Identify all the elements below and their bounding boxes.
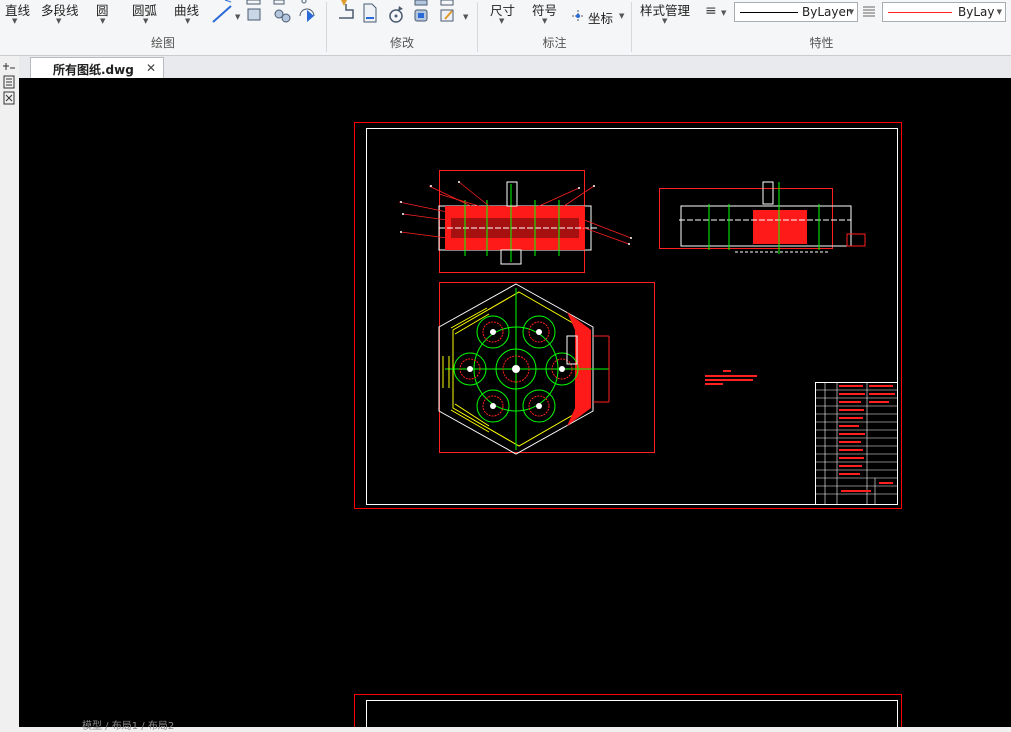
symbol-dropdown-icon[interactable]: ▼ (542, 17, 547, 25)
drawing-sheet (354, 122, 902, 727)
color-select[interactable]: ByLay ▼ (882, 2, 1006, 22)
annotate-group-title: 标注 (542, 36, 567, 50)
coordinate-dropdown-icon[interactable]: ▼ (619, 12, 624, 20)
lineweight-dropdown-icon[interactable]: ▼ (721, 9, 726, 17)
coordinate-button[interactable]: 坐标 (588, 8, 613, 27)
color-value: ByLay (958, 5, 995, 19)
lineweight-icon[interactable]: ≡ (705, 3, 717, 19)
title-block (815, 382, 898, 505)
properties-edit-icon[interactable] (439, 0, 457, 24)
layout-tabs[interactable]: 模型 / 布局1 / 布局2 (82, 717, 174, 732)
ribbon: 直线 ▼ 多段线 ▼ 圆 ▼ 圆弧 ▼ 曲线 ▼ ▼ 绘图 ▼ 修改 尺寸 ▼ … (0, 0, 1011, 56)
line-dropdown-icon[interactable]: ▼ (12, 17, 17, 25)
sheet-outer-frame (354, 122, 902, 509)
tool-palette-icon[interactable] (1, 62, 17, 106)
coordinate-icon[interactable] (570, 8, 588, 24)
linetype-preview (740, 12, 798, 13)
front-section-view (398, 170, 632, 273)
modify-more-dropdown-icon[interactable]: ▼ (463, 13, 468, 21)
linetype-select[interactable]: ByLayer ▼ (734, 2, 858, 22)
sheet-inner-border (366, 128, 898, 505)
close-icon[interactable]: ✕ (146, 61, 156, 75)
annotate-group: 尺寸 ▼ 符号 ▼ 坐标 ▼ 标注 (478, 0, 631, 55)
stretch-icon[interactable] (337, 0, 355, 24)
modify-group: ▼ 修改 (327, 0, 477, 55)
linetype-value: ByLayer (802, 5, 851, 19)
draw-group: 直线 ▼ 多段线 ▼ 圆 ▼ 圆弧 ▼ 曲线 ▼ ▼ 绘图 (0, 0, 326, 55)
tab-document[interactable]: 所有图纸.dwg ✕ (30, 57, 164, 78)
side-palette (0, 56, 19, 727)
copy-icon[interactable] (413, 0, 431, 24)
sheet-2-inner-border (366, 700, 898, 727)
properties-group-title: 特性 (809, 36, 834, 50)
circle-dropdown-icon[interactable]: ▼ (100, 17, 105, 25)
color-dropdown-icon[interactable]: ▼ (997, 8, 1002, 16)
side-view (659, 181, 866, 254)
polyline-dropdown-icon[interactable]: ▼ (56, 17, 61, 25)
modify-group-title: 修改 (389, 36, 414, 50)
linetype-dropdown-icon[interactable]: ▼ (849, 8, 854, 16)
properties-group: 样式管理 ▼ ≡ ▼ ByLayer ▼ ByLay ▼ 特性 (632, 0, 1011, 55)
drawing-canvas[interactable] (19, 78, 1011, 727)
rectangle-icon[interactable] (246, 0, 262, 24)
line-button[interactable]: 直线 (5, 0, 30, 19)
document-icon[interactable] (361, 0, 379, 24)
color-swatch-icon[interactable] (862, 5, 876, 17)
construction-line-dropdown-icon[interactable]: ▼ (235, 13, 240, 21)
draw-group-title: 绘图 (150, 36, 175, 50)
tab-document-label: 所有图纸.dwg (53, 63, 134, 77)
color-preview (888, 12, 952, 13)
rotate-icon[interactable] (387, 0, 405, 24)
arc-dropdown-icon[interactable]: ▼ (143, 17, 148, 25)
boundary-icon[interactable] (298, 0, 318, 24)
hatch-icon[interactable] (272, 0, 292, 24)
curve-dropdown-icon[interactable]: ▼ (185, 17, 190, 25)
style-manager-dropdown-icon[interactable]: ▼ (662, 17, 667, 25)
dimension-dropdown-icon[interactable]: ▼ (499, 17, 504, 25)
construction-line-icon[interactable] (211, 0, 235, 24)
document-tab-bar: 所有图纸.dwg ✕ (0, 56, 1011, 78)
sheet-2-outer-frame (354, 694, 902, 727)
technical-notes (705, 370, 757, 385)
plan-view (438, 282, 655, 455)
